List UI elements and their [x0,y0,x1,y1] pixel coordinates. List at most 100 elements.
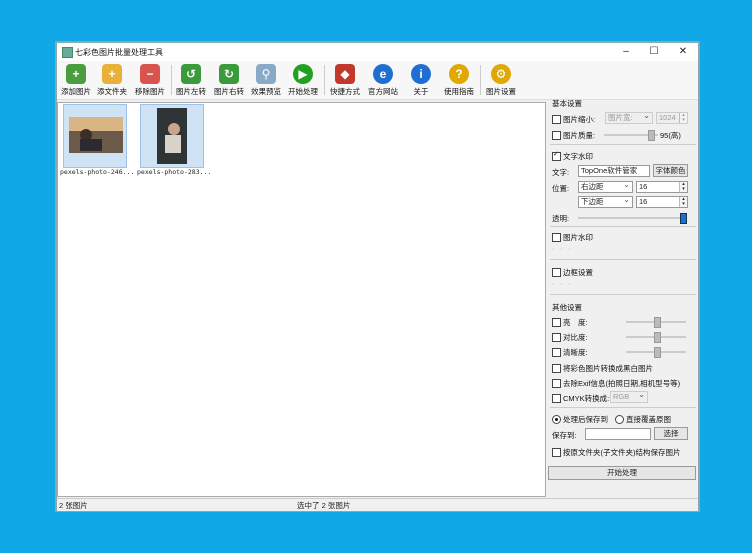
shortcut-button[interactable]: ◆ 快捷方式 [328,63,362,97]
add-image-button[interactable]: + 添加图片 [59,63,93,97]
guide-button[interactable]: ? 使用指南 [442,63,476,97]
vertical-margin-field[interactable]: 16 ▴ ▾ [636,196,688,208]
horizontal-margin-select[interactable]: 右边距 [578,181,633,193]
quality-checkbox[interactable]: 图片质量: [552,130,595,141]
add-image-icon: + [66,64,86,84]
resize-label: 图片缩小: [563,115,596,124]
quality-value: 95(高) [660,131,681,140]
minimize-icon[interactable]: – [613,44,639,60]
start-process-button[interactable]: ▶ 开始处理 [286,63,320,97]
checkbox-icon [552,447,561,457]
brightness-slider[interactable] [626,317,686,328]
sharpness-label: 清晰度: [563,348,588,357]
contrast-slider-knob[interactable] [654,332,661,343]
add-folder-button[interactable]: + 添文件夹 [95,63,129,97]
rotate-right-button[interactable]: ↻ 图片右转 [212,63,246,97]
choose-folder-button[interactable]: 选择 [654,427,688,440]
quality-slider[interactable] [604,130,658,141]
start-process-panel-button[interactable]: 开始处理 [548,466,696,480]
collapsed-section-dots: · · · [552,246,573,253]
checkbox-icon [552,317,561,327]
resize-mode-select[interactable]: 图片宽: [605,112,653,124]
horizontal-margin-value: 16 [639,182,648,191]
checkbox-icon [552,130,561,140]
resize-value: 1024 [659,113,676,122]
maximize-icon[interactable]: ☐ [641,44,667,60]
add-folder-icon: + [102,64,122,84]
shortcut-label: 快捷方式 [330,87,360,96]
overwrite-radio-label: 直接覆盖原图 [626,415,671,424]
radio-selected-icon [552,414,561,424]
spin-arrows-icon[interactable]: ▴ ▾ [679,182,687,192]
watermark-text-input[interactable]: TopOne软件管家 [578,165,650,177]
cmyk-target-select[interactable]: RGB [610,391,648,403]
image-watermark-checkbox[interactable]: 图片水印 [552,232,593,243]
image-settings-button[interactable]: ⚙ 图片设置 [484,63,518,97]
contrast-checkbox[interactable]: 对比度: [552,332,588,343]
border-settings-checkbox[interactable]: 边框设置 [552,267,593,278]
horizontal-margin-field[interactable]: 16 ▴ ▾ [636,181,688,193]
sharpness-slider-knob[interactable] [654,347,661,358]
image-list[interactable]: pexels-photo-246... pexels-photo-283... [57,102,546,497]
contrast-label: 对比度: [563,333,588,342]
text-watermark-checkbox[interactable]: 文字水印 [552,150,593,162]
checkbox-icon [552,114,561,124]
checkbox-icon [552,378,561,388]
divider [550,407,696,408]
checkbox-checked-icon [552,150,561,161]
image-thumbnail[interactable] [140,104,204,168]
remove-image-label: 移除图片 [135,87,165,96]
magnifier-icon: ⚲ [256,64,276,84]
close-icon[interactable]: ✕ [670,44,696,60]
settings-icon: ⚙ [491,64,511,84]
rotate-left-label: 图片左转 [176,87,206,96]
save-path-input[interactable] [585,428,651,440]
sharpness-checkbox[interactable]: 清晰度: [552,347,588,358]
brightness-slider-knob[interactable] [654,317,661,328]
quality-slider-knob[interactable] [648,130,655,141]
rotate-left-button[interactable]: ↺ 图片左转 [174,63,208,97]
toolbar-separator [480,65,481,95]
cmyk-label: CMYK转换成: [563,394,610,403]
grayscale-checkbox[interactable]: 将彩色图片转换成黑白图片 [552,363,653,374]
image-thumbnail[interactable] [63,104,127,168]
keep-structure-label: 按原文件夹(子文件夹)结构保存图片 [563,448,681,457]
about-button[interactable]: i 关于 [404,63,438,97]
sharpness-slider[interactable] [626,347,686,358]
remove-exif-checkbox[interactable]: 去除Exif信息(拍照日期,相机型号等) [552,378,680,389]
start-process-label: 开始处理 [288,87,318,96]
overwrite-radio[interactable]: 直接覆盖原图 [615,414,671,425]
resize-checkbox[interactable]: 图片缩小: [552,114,595,125]
other-settings-title: 其他设置 [552,303,582,312]
website-button[interactable]: e 官方网站 [366,63,400,97]
resize-value-field[interactable]: 1024 ▴ ▾ [656,112,688,124]
image-count-status: 2 张图片 [59,501,88,510]
spin-arrows-icon[interactable]: ▴ ▾ [679,197,687,207]
brightness-checkbox[interactable]: 亮 度: [552,317,588,328]
image-name: pexels-photo-246... [60,168,135,176]
checkbox-icon [552,363,561,373]
opacity-slider[interactable] [578,213,687,224]
remove-image-button[interactable]: − 移除图片 [133,63,167,97]
preview-button[interactable]: ⚲ 效果预览 [249,63,283,97]
text-label: 文字: [552,168,570,177]
image-name: pexels-photo-283... [137,168,212,176]
spin-arrows-icon[interactable]: ▴ ▾ [679,113,687,123]
window-title: 七彩色图片批量处理工具 [75,48,163,57]
guide-label: 使用指南 [444,87,474,96]
save-to-radio[interactable]: 处理后保存到 [552,414,608,425]
checkbox-icon [552,347,561,357]
remove-image-icon: − [140,64,160,84]
opacity-slider-knob[interactable] [680,213,687,224]
font-color-button[interactable]: 字体颜色 [653,164,688,177]
toolbar-separator [324,65,325,95]
vertical-margin-select[interactable]: 下边距 [578,196,633,208]
contrast-slider[interactable] [626,332,686,343]
status-bar: 2 张图片 选中了 2 张图片 [57,498,698,511]
save-to-label: 保存到: [552,431,577,440]
rotate-right-icon: ↻ [219,64,239,84]
toolbar-separator [171,65,172,95]
keep-structure-checkbox[interactable]: 按原文件夹(子文件夹)结构保存图片 [552,447,681,458]
cmyk-checkbox[interactable]: CMYK转换成: [552,393,609,404]
selected-count-status: 选中了 2 张图片 [297,501,351,510]
